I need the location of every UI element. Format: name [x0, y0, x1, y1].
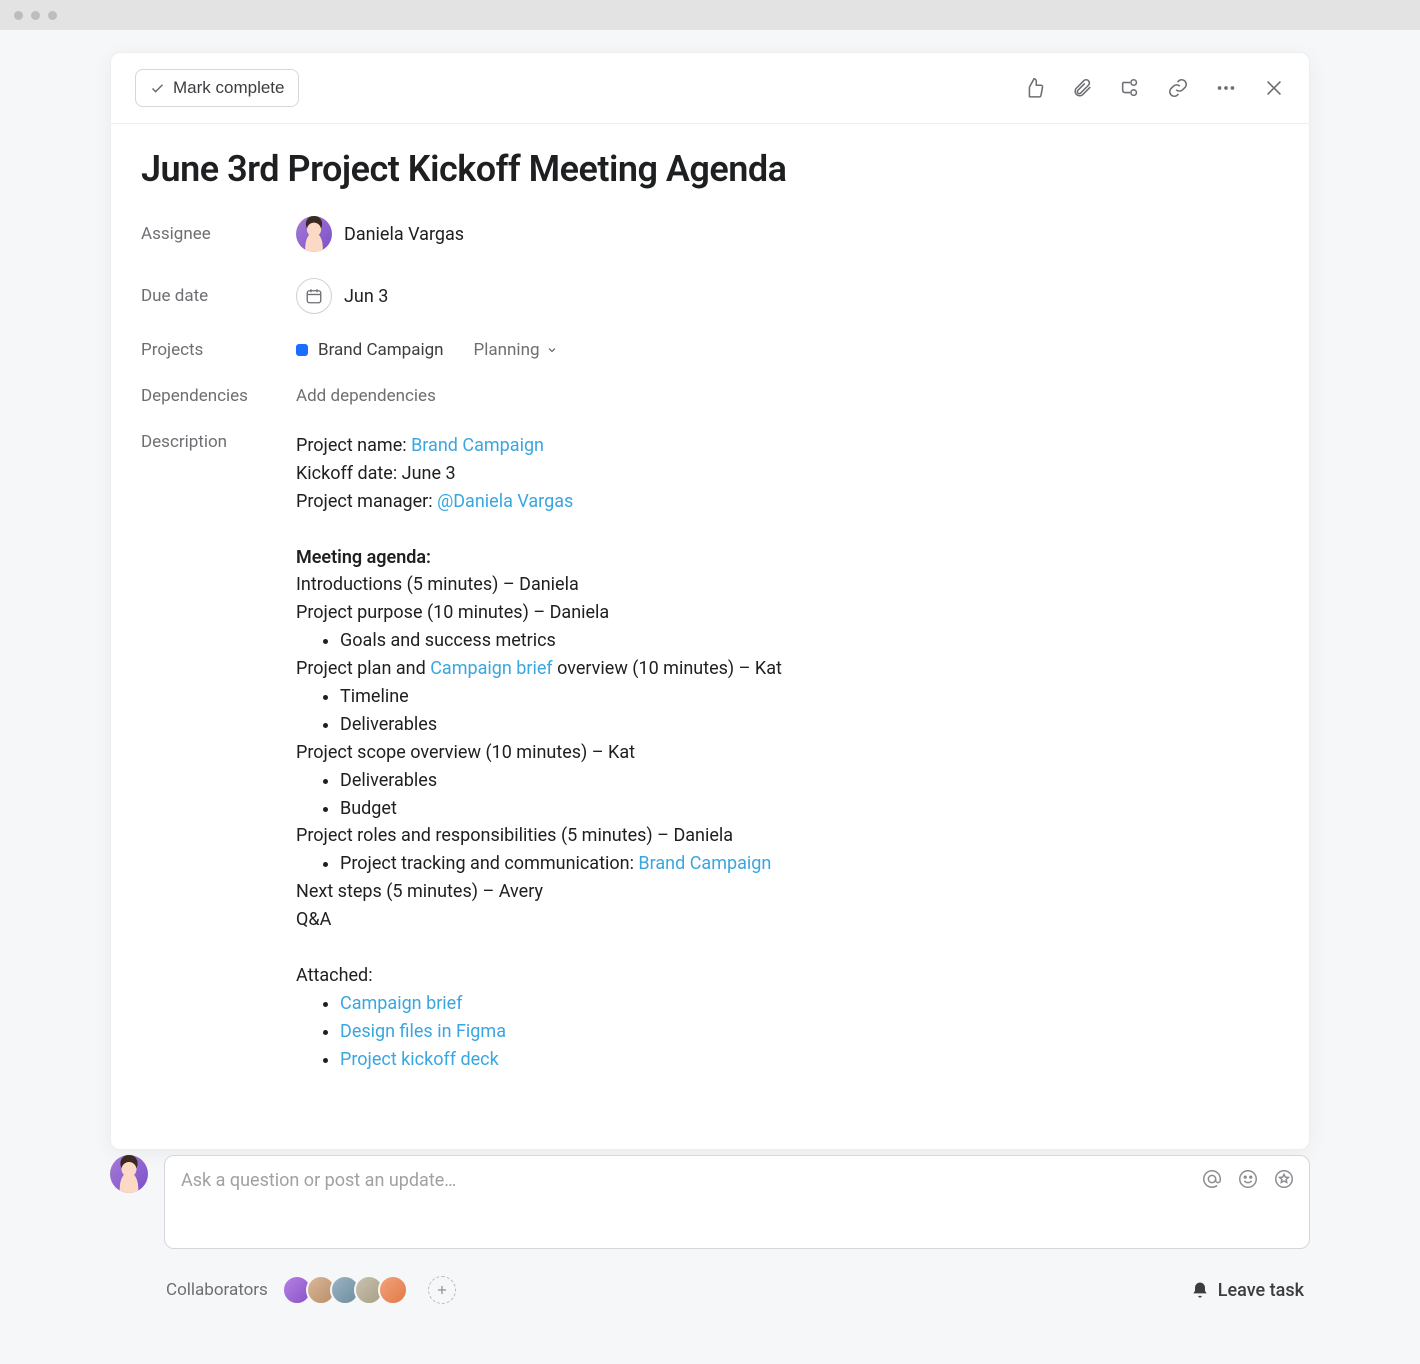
due-date-label: Due date: [141, 286, 296, 306]
description-label: Description: [141, 432, 296, 452]
project-name: Brand Campaign: [318, 340, 444, 360]
paperclip-icon: [1071, 77, 1093, 99]
description-row: Description Project name: Brand Campaign…: [141, 432, 1279, 1073]
close-panel-button[interactable]: [1263, 77, 1285, 99]
leave-task-label: Leave task: [1218, 1280, 1304, 1301]
mention-button[interactable]: [1201, 1168, 1223, 1190]
dependencies-label: Dependencies: [141, 386, 296, 406]
more-horizontal-icon: [1215, 77, 1237, 99]
project-section-select[interactable]: Planning: [474, 340, 558, 360]
collaborators-label: Collaborators: [166, 1280, 268, 1300]
assignee-row: Assignee Daniela Vargas: [141, 216, 1279, 252]
attachment-button[interactable]: [1071, 77, 1093, 99]
collaborators-row: Collaborators Leave task: [110, 1275, 1310, 1305]
agenda-header: Meeting agenda:: [296, 544, 782, 572]
project-section-label: Planning: [474, 340, 540, 360]
attached-header: Attached:: [296, 962, 782, 990]
more-actions-button[interactable]: [1215, 77, 1237, 99]
pm-mention[interactable]: @Daniela Vargas: [437, 491, 573, 512]
projects-row: Projects Brand Campaign Planning: [141, 340, 1279, 360]
copy-link-button[interactable]: [1167, 77, 1189, 99]
add-collaborator-button[interactable]: [428, 1276, 456, 1304]
kickoff-date-line: Kickoff date: June 3: [296, 460, 782, 488]
panel-body: June 3rd Project Kickoff Meeting Agenda …: [111, 124, 1309, 1149]
due-date-text: Jun 3: [344, 286, 388, 307]
attachment-link-2[interactable]: Design files in Figma: [340, 1021, 506, 1042]
leave-task-button[interactable]: Leave task: [1190, 1280, 1304, 1301]
attachment-link-1[interactable]: Campaign brief: [340, 993, 462, 1014]
due-date-row: Due date Jun 3: [141, 278, 1279, 314]
projects-label: Projects: [141, 340, 296, 360]
subtask-button[interactable]: [1119, 77, 1141, 99]
comment-placeholder: Ask a question or post an update…: [181, 1170, 456, 1191]
task-detail-panel: Mark complete June 3rd Project Kicko: [110, 52, 1310, 1150]
bell-icon: [1190, 1280, 1210, 1300]
traffic-light-minimize[interactable]: [31, 11, 40, 20]
window-chrome: [0, 0, 1420, 30]
comment-area: Ask a question or post an update… Collab…: [110, 1155, 1310, 1305]
collaborator-avatar[interactable]: [378, 1275, 408, 1305]
calendar-icon: [296, 278, 332, 314]
add-dependencies-button[interactable]: Add dependencies: [296, 386, 436, 406]
due-date-value[interactable]: Jun 3: [296, 278, 388, 314]
collaborator-avatars: [282, 1275, 408, 1305]
current-user-avatar: [110, 1155, 148, 1193]
dependencies-row: Dependencies Add dependencies: [141, 386, 1279, 406]
attachment-link-3[interactable]: Project kickoff deck: [340, 1049, 499, 1070]
project-name-link[interactable]: Brand Campaign: [411, 435, 544, 456]
plus-icon: [435, 1283, 449, 1297]
brand-campaign-link[interactable]: Brand Campaign: [638, 853, 771, 874]
header-actions: [1023, 77, 1285, 99]
check-icon: [150, 81, 165, 96]
project-color-swatch: [296, 344, 308, 356]
star-badge-icon: [1273, 1168, 1295, 1190]
mark-complete-button[interactable]: Mark complete: [135, 69, 299, 107]
description-body[interactable]: Project name: Brand Campaign Kickoff dat…: [296, 432, 782, 1073]
projects-value: Brand Campaign Planning: [296, 340, 558, 360]
assignee-label: Assignee: [141, 224, 296, 244]
appreciation-button[interactable]: [1273, 1168, 1295, 1190]
project-chip[interactable]: Brand Campaign: [296, 340, 444, 360]
like-button[interactable]: [1023, 77, 1045, 99]
traffic-light-zoom[interactable]: [48, 11, 57, 20]
task-title[interactable]: June 3rd Project Kickoff Meeting Agenda: [141, 148, 1279, 190]
assignee-value[interactable]: Daniela Vargas: [296, 216, 464, 252]
panel-header: Mark complete: [111, 53, 1309, 124]
assignee-name: Daniela Vargas: [344, 224, 464, 245]
emoji-button[interactable]: [1237, 1168, 1259, 1190]
traffic-light-close[interactable]: [14, 11, 23, 20]
chevron-down-icon: [546, 344, 558, 356]
mark-complete-label: Mark complete: [173, 78, 284, 98]
assignee-avatar: [296, 216, 332, 252]
thumbs-up-icon: [1023, 77, 1045, 99]
link-icon: [1167, 77, 1189, 99]
smile-icon: [1237, 1168, 1259, 1190]
comment-input[interactable]: Ask a question or post an update…: [164, 1155, 1310, 1249]
close-icon: [1263, 77, 1285, 99]
subtask-icon: [1119, 77, 1141, 99]
campaign-brief-link[interactable]: Campaign brief: [430, 658, 552, 679]
at-sign-icon: [1201, 1168, 1223, 1190]
